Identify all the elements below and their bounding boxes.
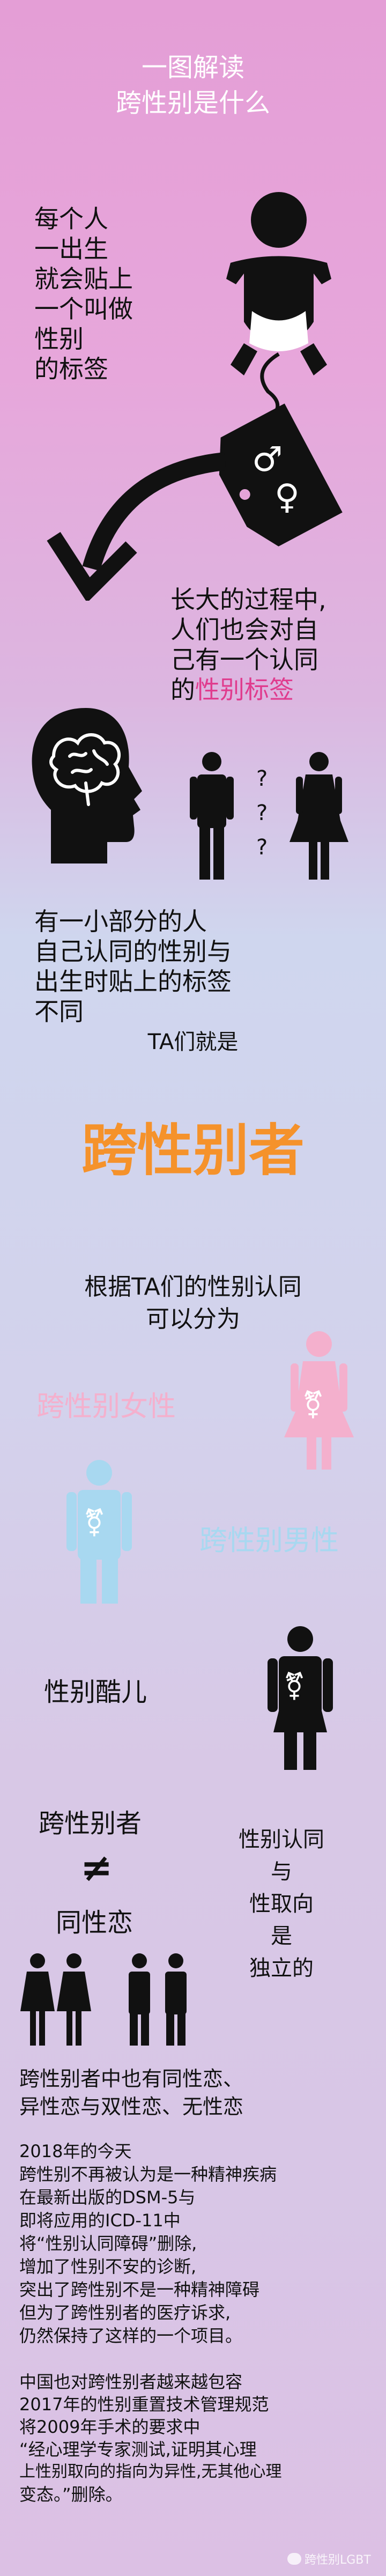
news-line: 2018年的今天	[19, 2141, 132, 2161]
male-symbol-icon: ♂	[252, 440, 283, 479]
independence-line: 与	[271, 1859, 292, 1884]
news-2018-text: 2018年的今天 跨性别不再被认为是一种精神疾病 在最新出版的DSM-5与 即将…	[19, 2140, 277, 2348]
news-line: 但为了跨性别者的医疗诉求,	[19, 2302, 231, 2323]
news-line: 跨性别不再被认为是一种精神疾病	[19, 2164, 277, 2184]
not-equal-icon: ≠	[80, 1845, 113, 1890]
news-line: “经心理学专家测试,证明其心理	[19, 2439, 257, 2460]
news-line: 将2009年手术的要求中	[19, 2417, 201, 2437]
woman-figure-icon	[290, 752, 348, 880]
arrow-curve	[82, 452, 226, 571]
question-mark-icon: ?	[256, 835, 268, 860]
independence-line: 性别认同	[239, 1827, 324, 1852]
transgender-big-title: 跨性别者	[81, 1118, 305, 1183]
independence-line: 性取向	[249, 1892, 314, 1916]
minority-line: 自己认同的性别与	[34, 937, 232, 966]
growing-line: 长大的过程中,	[170, 585, 326, 614]
wechat-icon	[287, 2553, 301, 2565]
title-line-2: 跨性别是什么	[115, 88, 270, 118]
minority-line: 出生时贴上的标签	[34, 967, 232, 996]
news-china-text: 中国也对跨性别者越来越包容 2017年的性别重置技术管理规范 将2009年手术的…	[19, 2371, 282, 2506]
trans-symbol-icon: ⚧	[83, 1507, 106, 1538]
title-line-1: 一图解读	[141, 53, 244, 83]
minority-text: 有一小部分的人 自己认同的性别与 出生时贴上的标签 不同	[34, 906, 232, 1027]
news-line: 上性别取向的指向为异性,无其他心理	[19, 2462, 282, 2481]
news-line: 将“性别认同障碍”删除,	[19, 2233, 197, 2254]
trans-man-label: 跨性别男性	[199, 1525, 339, 1557]
news-line: 突出了跨性别不是一种精神障碍	[19, 2279, 260, 2300]
ta-label: TA们就是	[147, 1030, 239, 1054]
compare-transgender: 跨性别者	[39, 1809, 142, 1839]
growing-up-text: 长大的过程中, 人们也会对自 己有一个认同 的性别标签	[170, 585, 326, 705]
news-line: 变态。”删除。	[19, 2484, 123, 2505]
news-line: 仍然保持了这样的一个项目。	[19, 2326, 243, 2346]
watermark-text: 跨性别LGBT	[305, 2553, 371, 2567]
trans-symbol-icon: ⚧	[283, 1671, 306, 1702]
question-marks: ? ? ?	[256, 762, 268, 865]
question-mark-icon: ?	[256, 766, 268, 791]
man-figure-icon	[190, 752, 234, 880]
baby-icon	[226, 192, 331, 375]
compare-homosexual: 同性恋	[56, 1908, 133, 1938]
minority-line: 有一小部分的人	[34, 907, 207, 936]
orientation-line: 跨性别者中也有同性恋、	[19, 2067, 244, 2091]
independence-line: 是	[271, 1924, 292, 1948]
trans-symbol-icon: ⚧	[302, 1389, 324, 1420]
female-couple-icon	[20, 1953, 91, 2046]
trans-woman-label: 跨性别女性	[36, 1391, 176, 1423]
minority-line: 不同	[34, 997, 84, 1026]
growing-prefix: 的	[170, 675, 195, 704]
independence-line: 独立的	[249, 1956, 314, 1981]
classify-line: 根据TA们的性别认同	[84, 1273, 302, 1301]
male-couple-icon	[129, 1953, 187, 2046]
classify-text: 根据TA们的性别认同 可以分为	[0, 1271, 386, 1335]
man-woman-icons	[190, 752, 348, 880]
female-symbol-icon: ♀	[274, 477, 300, 517]
news-line: 在最新出版的DSM-5与	[19, 2187, 196, 2208]
baby-tag-arrow-illustration	[47, 192, 343, 601]
growing-line: 的性别标签	[170, 675, 326, 705]
orientation-text: 跨性别者中也有同性恋、 异性恋与双性恋、无性恋	[19, 2065, 243, 2121]
growing-line: 人们也会对自	[170, 615, 318, 644]
question-mark-icon: ?	[256, 801, 268, 825]
news-line: 增加了性别不安的诊断,	[19, 2256, 197, 2277]
head-brain-icon	[32, 708, 142, 863]
compare-independence-text: 性别认同 与 性取向 是 独立的	[233, 1824, 330, 1984]
news-line: 中国也对跨性别者越来越包容	[19, 2372, 243, 2392]
watermark: 跨性别LGBT	[287, 2550, 371, 2567]
gender-label-highlight: 性别标签	[195, 675, 294, 704]
orientation-line: 异性恋与双性恋、无性恋	[19, 2095, 244, 2119]
news-line: 2017年的性别重置技术管理规范	[19, 2394, 269, 2415]
genderqueer-label: 性别酷儿	[44, 1677, 147, 1707]
news-line: 即将应用的ICD-11中	[19, 2210, 181, 2231]
couples-icons	[20, 1953, 187, 2046]
growing-line: 己有一个认同	[170, 645, 318, 674]
